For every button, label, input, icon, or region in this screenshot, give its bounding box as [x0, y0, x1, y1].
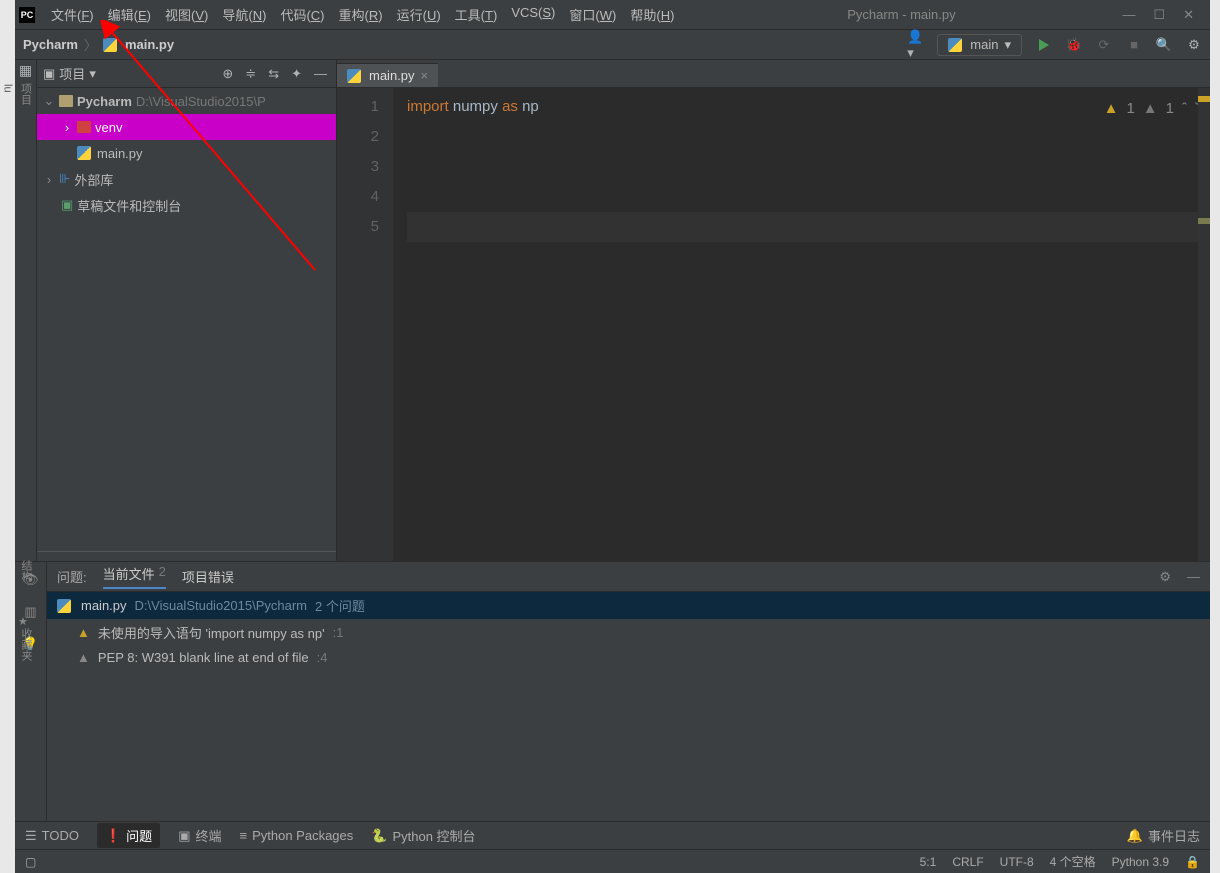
- problems-label: 问题:: [57, 567, 87, 586]
- problems-tab-current[interactable]: 当前文件 2: [103, 564, 166, 589]
- python-file-icon: [347, 69, 361, 83]
- menu-window[interactable]: 窗口(W): [563, 2, 622, 27]
- weak-warning-icon: ▲: [1143, 94, 1158, 124]
- left-gutter: ▦ 项目: [15, 60, 37, 561]
- project-tool-label[interactable]: 项目: [18, 83, 34, 105]
- tree-external-libs[interactable]: ›⊪ 外部库: [37, 166, 336, 192]
- project-tool-icon[interactable]: ▦: [19, 62, 32, 79]
- python-packages-tab[interactable]: ≡ Python Packages: [240, 828, 354, 843]
- debug-button[interactable]: 🐞: [1066, 37, 1082, 53]
- run-button[interactable]: [1036, 37, 1052, 53]
- inspection-widget[interactable]: ▲1 ▲1 ˆ ˇ: [1104, 94, 1200, 124]
- python-file-icon: [103, 38, 117, 52]
- structure-tool[interactable]: 结构: [18, 560, 34, 585]
- status-bar: ▢ 5:1 CRLF UTF-8 4 个空格 Python 3.9 🔒: [15, 849, 1210, 873]
- tree-mainpy[interactable]: main.py: [37, 140, 336, 166]
- project-sidebar: ▣ 项目 ▾ ⊕ ≑ ⇆ ✦ — ⌄ Pycharm D:\VisualStud…: [37, 60, 337, 561]
- problems-file-row[interactable]: main.py D:\VisualStudio2015\Pycharm 2 个问…: [47, 592, 1210, 619]
- problems-panel: 👁 ▥ 💡 问题: 当前文件 2 项目错误 ⚙ — main.py D:\Vis…: [15, 561, 1210, 821]
- error-stripe[interactable]: [1198, 88, 1210, 561]
- warning-icon: ▲: [77, 625, 90, 640]
- breadcrumb-file[interactable]: main.py: [125, 37, 174, 52]
- event-log-tab[interactable]: 🔔 事件日志: [1127, 826, 1200, 845]
- problem-item[interactable]: ▲ PEP 8: W391 blank line at end of file …: [47, 646, 1210, 669]
- menu-navigate[interactable]: 导航(N): [216, 2, 272, 27]
- window-title: Pycharm - main.py: [680, 7, 1122, 22]
- menu-refactor[interactable]: 重构(R): [333, 2, 389, 27]
- project-tree[interactable]: ⌄ Pycharm D:\VisualStudio2015\P › venv m…: [37, 88, 336, 551]
- menu-code[interactable]: 代码(C): [274, 2, 330, 27]
- collapse-icon[interactable]: ⇆: [265, 66, 282, 82]
- minimize-button[interactable]: —: [1122, 7, 1135, 23]
- titlebar: PC 文件(F) 编辑(E) 视图(V) 导航(N) 代码(C) 重构(R) 运…: [15, 0, 1210, 30]
- user-icon[interactable]: 👤▾: [907, 37, 923, 53]
- indent[interactable]: 4 个空格: [1050, 853, 1096, 870]
- menu-vcs[interactable]: VCS(S): [505, 2, 561, 27]
- todo-tab[interactable]: ☰ TODO: [25, 828, 79, 844]
- project-view-label[interactable]: ▣ 项目 ▾: [43, 64, 96, 83]
- problem-item[interactable]: ▲ 未使用的导入语句 'import numpy as np' :1: [47, 619, 1210, 646]
- problems-hide-icon[interactable]: —: [1187, 569, 1200, 584]
- menu-tools[interactable]: 工具(T): [449, 2, 504, 27]
- problems-settings-icon[interactable]: ⚙: [1159, 569, 1171, 585]
- python-file-icon: [57, 599, 71, 613]
- settings-icon[interactable]: ⚙: [1186, 37, 1202, 53]
- python-icon: [948, 38, 962, 52]
- status-message: ▢: [25, 855, 36, 869]
- run-config-selector[interactable]: main ▾: [937, 34, 1022, 56]
- tree-root[interactable]: ⌄ Pycharm D:\VisualStudio2015\P: [37, 88, 336, 114]
- menu-view[interactable]: 视图(V): [159, 2, 214, 27]
- warning-icon: ▲: [1104, 94, 1119, 124]
- python-console-tab[interactable]: 🐍 Python 控制台: [371, 826, 475, 845]
- outer-left-strip: lu: [0, 0, 15, 873]
- breadcrumb-project[interactable]: Pycharm: [23, 37, 78, 52]
- line-separator[interactable]: CRLF: [952, 855, 983, 869]
- close-tab-icon[interactable]: ×: [421, 68, 429, 83]
- hide-icon[interactable]: —: [311, 66, 330, 81]
- menu-run[interactable]: 运行(U): [391, 2, 447, 27]
- terminal-tab[interactable]: ▣ 终端: [178, 826, 221, 845]
- code-editor[interactable]: 12345 import numpy as np ▲1 ▲1 ˆ ˇ: [337, 88, 1210, 561]
- encoding[interactable]: UTF-8: [1000, 855, 1034, 869]
- editor-area: main.py × 12345 import numpy as np: [337, 60, 1210, 561]
- editor-tab-mainpy[interactable]: main.py ×: [337, 63, 438, 87]
- breadcrumb[interactable]: Pycharm 〉 main.py: [23, 35, 174, 54]
- tree-venv[interactable]: › venv: [37, 114, 336, 140]
- navbar: Pycharm 〉 main.py 👤▾ main ▾ 🐞 ⟳ ■ 🔍 ⚙: [15, 30, 1210, 60]
- line-gutter: 12345: [337, 88, 393, 561]
- editor-tabs: main.py ×: [337, 60, 1210, 88]
- tool-settings-icon[interactable]: ✦: [288, 66, 305, 82]
- app-icon: PC: [19, 7, 35, 23]
- interpreter[interactable]: Python 3.9: [1112, 855, 1169, 869]
- tree-scratches[interactable]: ▣ 草稿文件和控制台: [37, 192, 336, 218]
- problems-tab-project[interactable]: 项目错误: [182, 567, 234, 586]
- problems-tab[interactable]: ❗ 问题: [97, 823, 160, 848]
- python-file-icon: [77, 146, 91, 160]
- main-menu: 文件(F) 编辑(E) 视图(V) 导航(N) 代码(C) 重构(R) 运行(U…: [45, 2, 680, 27]
- outer-right-strip: [1210, 0, 1220, 873]
- stop-button[interactable]: ■: [1126, 37, 1142, 53]
- weak-warning-icon: ▲: [77, 650, 90, 665]
- coverage-button[interactable]: ⟳: [1096, 37, 1112, 53]
- expand-icon[interactable]: ≑: [242, 66, 259, 82]
- menu-help[interactable]: 帮助(H): [624, 2, 680, 27]
- search-icon[interactable]: 🔍: [1156, 37, 1172, 53]
- close-button[interactable]: ✕: [1183, 7, 1194, 23]
- menu-file[interactable]: 文件(F): [45, 2, 100, 27]
- lock-icon[interactable]: 🔒: [1185, 855, 1200, 869]
- menu-edit[interactable]: 编辑(E): [102, 2, 157, 27]
- prev-highlight-icon[interactable]: ˆ: [1182, 94, 1187, 124]
- locate-icon[interactable]: ⊕: [219, 66, 236, 82]
- favorites-tool[interactable]: ★收藏夹: [18, 615, 34, 664]
- maximize-button[interactable]: ☐: [1153, 7, 1165, 23]
- caret-position[interactable]: 5:1: [920, 855, 937, 869]
- bottom-toolbar: ☰ TODO ❗ 问题 ▣ 终端 ≡ Python Packages 🐍 Pyt…: [15, 821, 1210, 849]
